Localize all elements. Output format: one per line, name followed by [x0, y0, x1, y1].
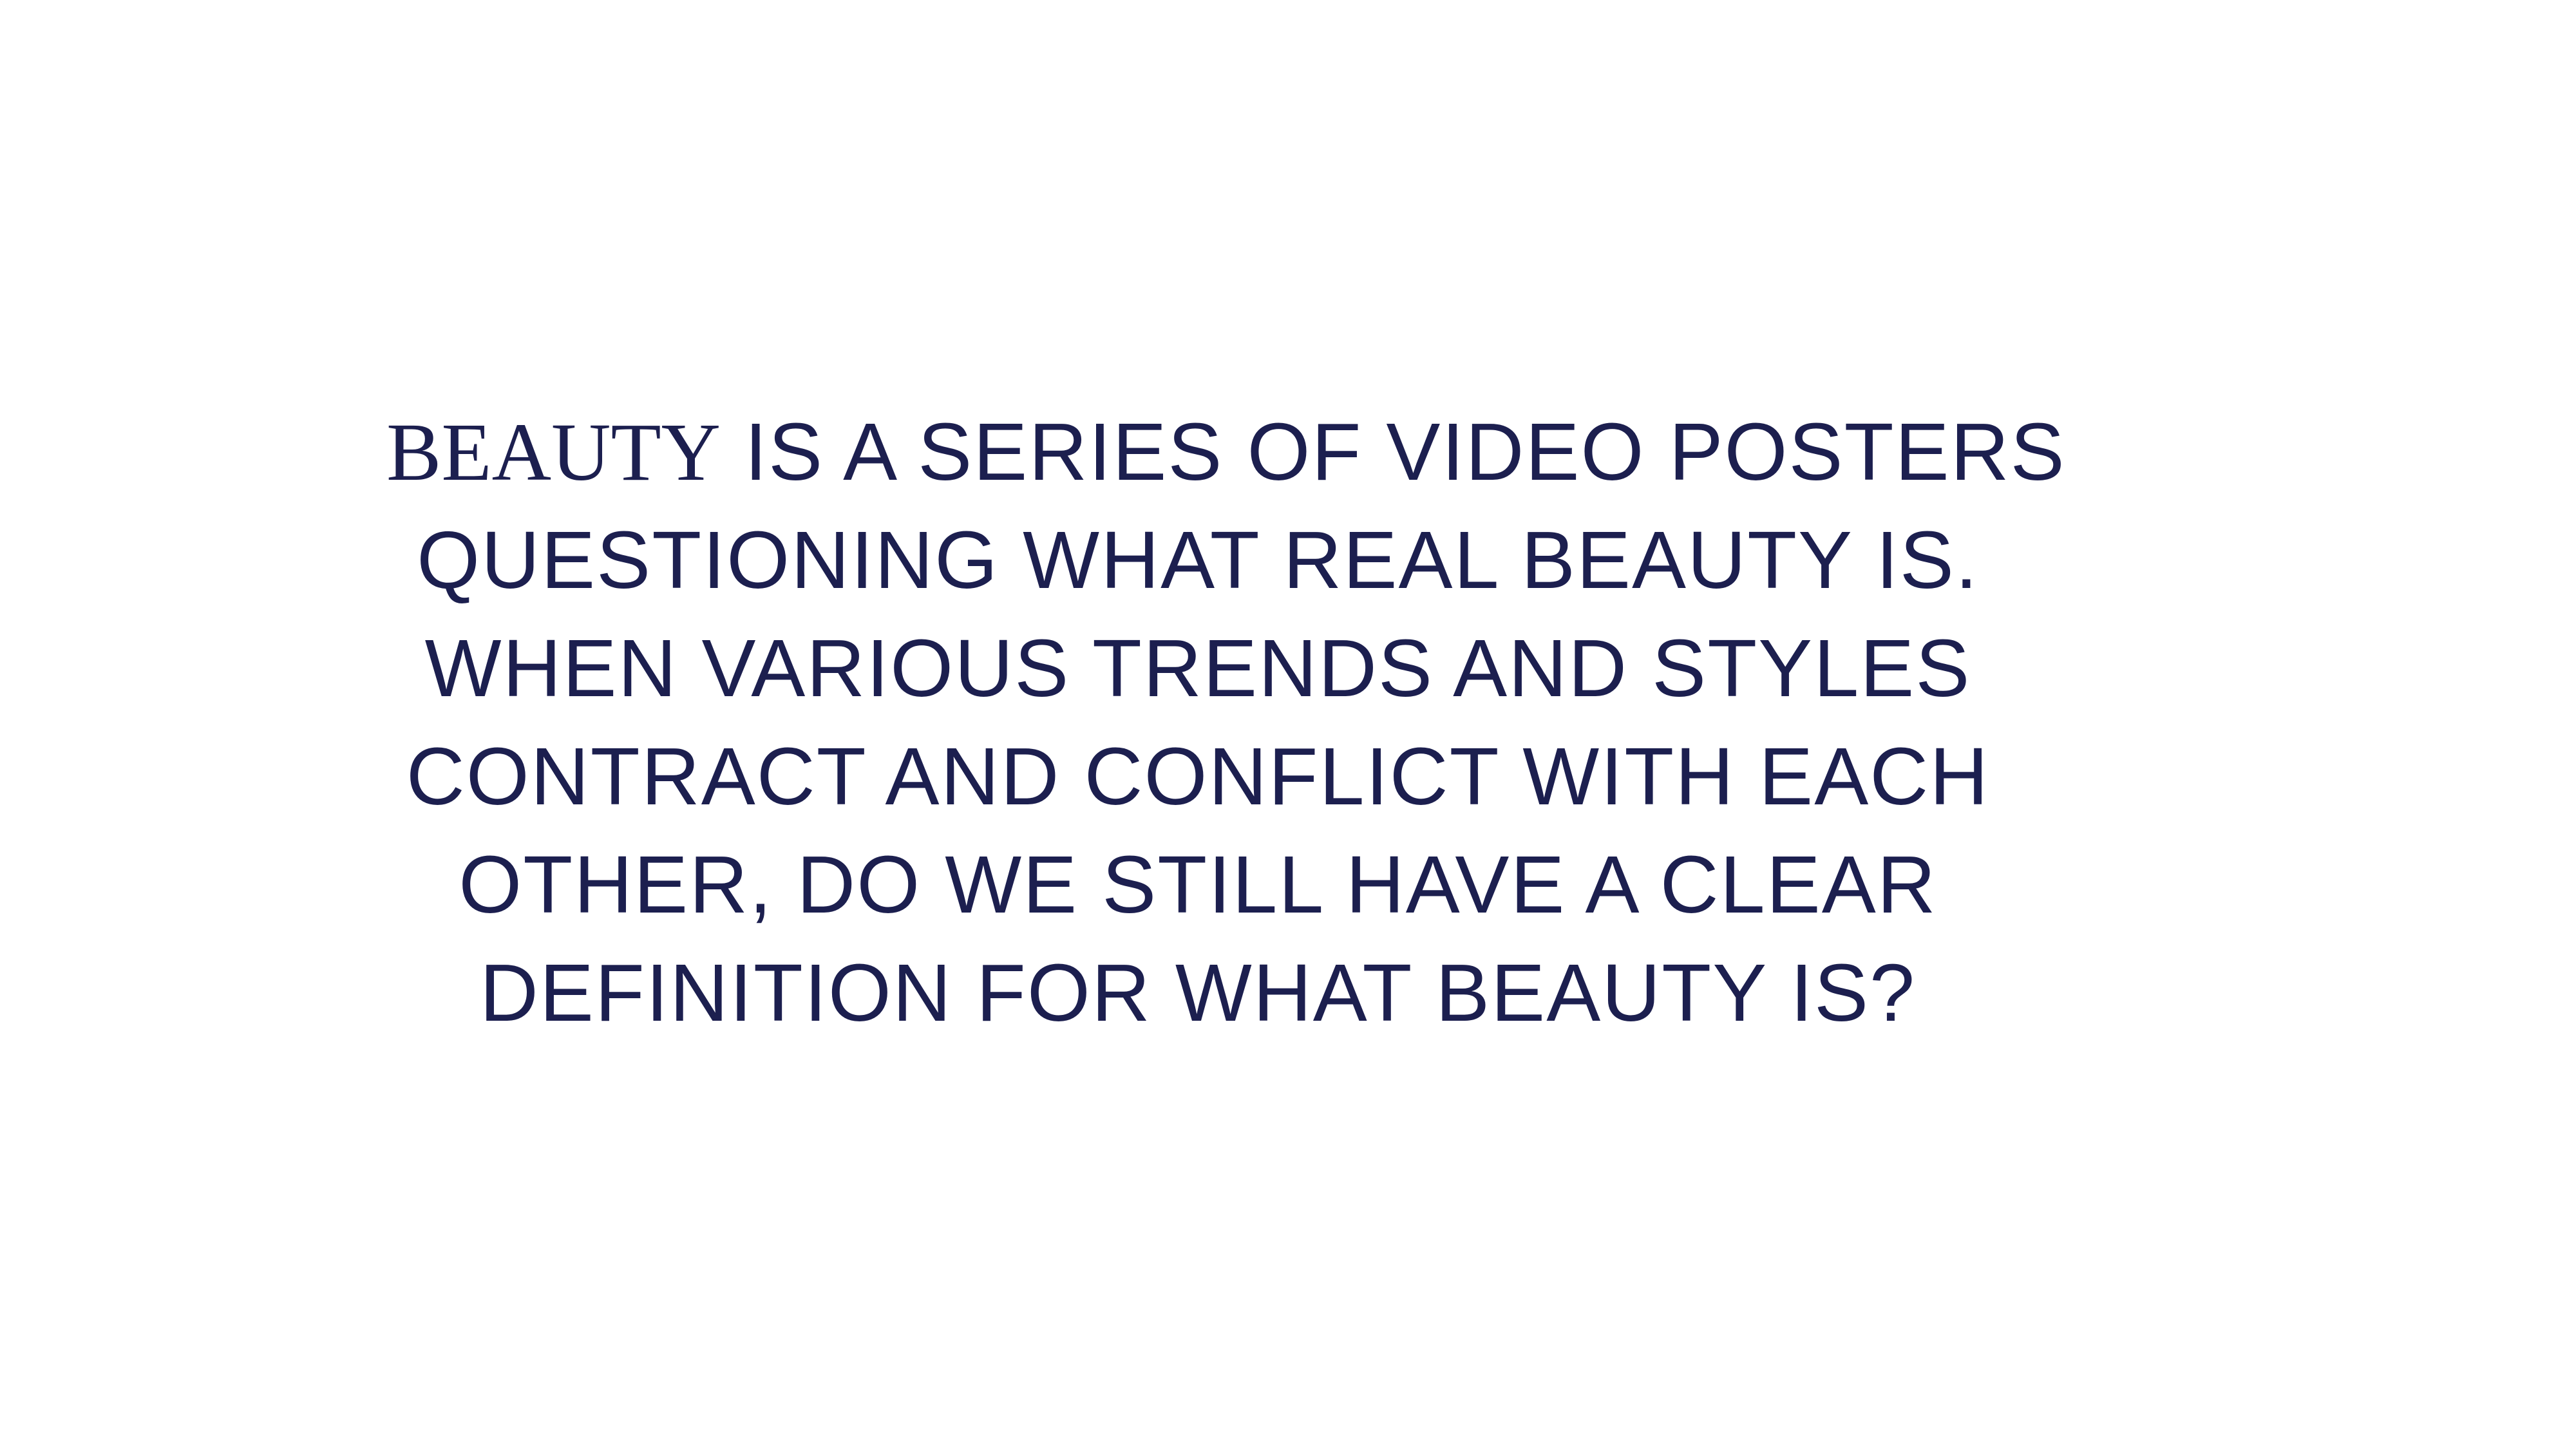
brand-title: BEAUTY [386, 406, 721, 498]
statement-line-1-text: IS A SERIES OF VIDEO POSTERS [721, 406, 2066, 497]
statement-line-6: DEFINITION FOR WHAT BEAUTY IS? [479, 947, 1917, 1038]
statement-line-1: BEAUTY IS A SERIES OF VIDEO POSTERS [386, 398, 2065, 506]
slide: BEAUTY IS A SERIES OF VIDEO POSTERS QUES… [0, 0, 2576, 1449]
statement-line-5: OTHER, DO WE STILL HAVE A CLEAR [459, 839, 1937, 930]
project-statement: BEAUTY IS A SERIES OF VIDEO POSTERS QUES… [386, 398, 2065, 1047]
statement-line-2: QUESTIONING WHAT REAL BEAUTY IS. [417, 515, 1979, 605]
statement-line-4: CONTRACT AND CONFLICT WITH EACH [406, 731, 1990, 822]
statement-line-3: WHEN VARIOUS TRENDS AND STYLES [424, 623, 1971, 714]
